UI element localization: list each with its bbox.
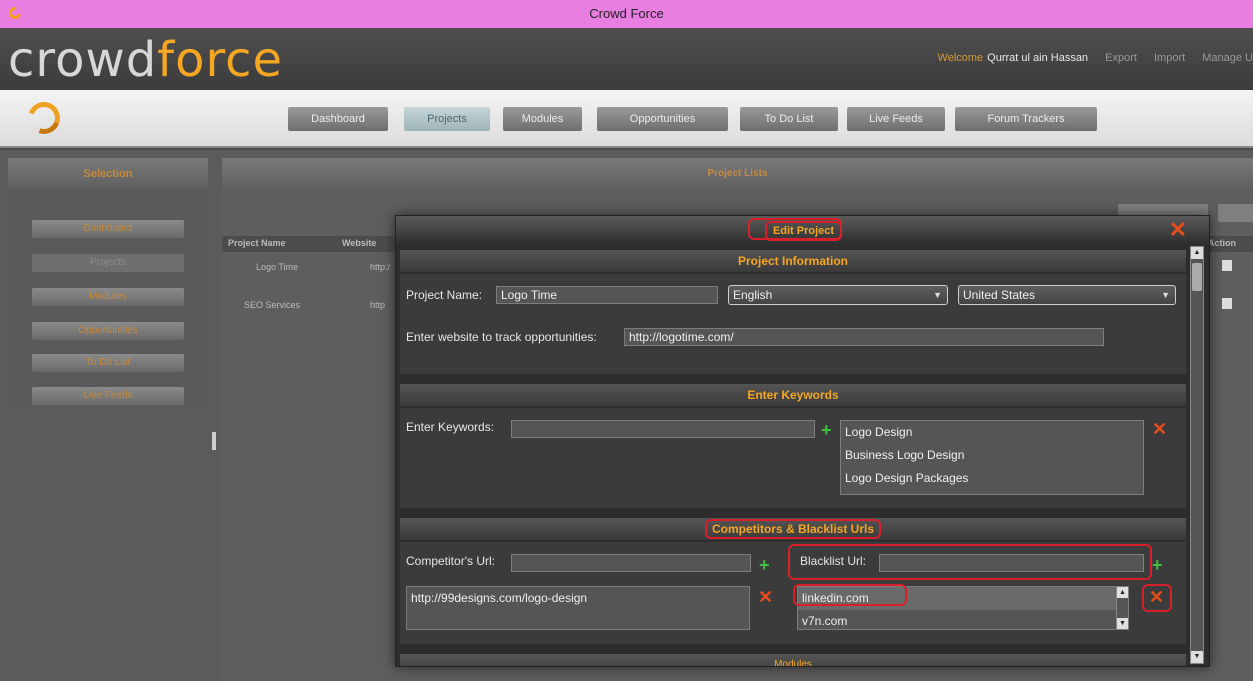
close-icon[interactable]: ✕ [1169,219,1187,241]
sidebar-item-projects[interactable]: Projects [32,254,184,272]
keywords-heading: Enter Keywords [400,384,1186,406]
project-info-heading: Project Information [400,250,1186,272]
add-keyword-icon[interactable]: + [821,421,832,439]
col-project-name: Project Name [228,238,286,248]
scroll-thumb[interactable] [1192,263,1202,291]
nav-dashboard[interactable]: Dashboard [288,107,388,131]
chevron-down-icon: ▼ [1161,290,1170,300]
website-label: Enter website to track opportunities: [406,330,597,344]
add-blacklist-icon[interactable]: + [1152,556,1163,574]
remove-blacklist-icon[interactable]: ✕ [1149,588,1164,606]
list-item[interactable]: Logo Design Packages [841,467,1143,490]
remove-competitor-icon[interactable]: ✕ [758,588,773,606]
modules-heading: Modules [400,654,1186,666]
nav-opportunities[interactable]: Opportunities [597,107,728,131]
window-title: Crowd Force [589,6,664,21]
project-name-input[interactable]: Logo Time [496,286,718,304]
chevron-down-icon: ▼ [933,290,942,300]
col-action: Action [1208,238,1236,248]
app-header: crowdforce Welcome Qurrat ul ain Hassan E… [0,28,1253,90]
col-website: Website [342,238,377,248]
list-item[interactable]: http://99designs.com/logo-design [407,587,749,610]
country-select[interactable]: United States ▼ [958,285,1176,305]
nav-projects[interactable]: Projects [404,107,490,131]
list-item[interactable]: v7n.com [798,610,1128,633]
dialog-scrollbar[interactable]: ▲ ▼ [1190,246,1204,664]
language-select[interactable]: English ▼ [728,285,948,305]
sidebar-item-modules[interactable]: Modules [32,288,184,306]
main-nav: Dashboard Projects Modules Opportunities… [0,90,1253,148]
nav-live-feeds[interactable]: Live Feeds [847,107,945,131]
competitors-section: Competitor's Url: + http://99designs.com… [400,542,1186,644]
keywords-label: Enter Keywords: [406,420,495,434]
project-info-section: Project Name: Logo Time English ▼ United … [400,274,1186,374]
sidebar-item-dashboard[interactable]: Dashboard [32,220,184,238]
project-list-title: Project Lists [222,158,1253,190]
project-name-label: Project Name: [406,288,483,302]
competitor-url-label: Competitor's Url: [406,554,495,568]
competitors-heading: Competitors & Blacklist Urls [704,519,882,539]
remove-keyword-icon[interactable]: ✕ [1152,420,1167,438]
keywords-section: Enter Keywords: + Logo Design Business L… [400,408,1186,508]
scroll-up-icon[interactable]: ▲ [1191,247,1203,259]
keyword-list[interactable]: Logo Design Business Logo Design Logo De… [840,420,1144,495]
top-links: Welcome Qurrat ul ain Hassan Export Impor… [924,52,1253,64]
linkedin-highlight [793,584,907,606]
sidebar-item-live-feeds[interactable]: Live Feeds [32,387,184,405]
sidebar-title: Selection [8,158,208,190]
sidebar-item-todo[interactable]: To Do List [32,354,184,372]
website-input[interactable]: http://logotime.com/ [624,328,1104,346]
scroll-down-icon[interactable]: ▼ [1117,618,1128,629]
competitor-url-input[interactable] [511,554,751,572]
list-item[interactable]: Logo Design [841,421,1143,444]
nav-forum-trackers[interactable]: Forum Trackers [955,107,1097,131]
manage-link[interactable]: Manage U [1202,52,1253,64]
welcome-text: Welcome [937,52,984,64]
window-title-bar: Crowd Force [0,0,1253,28]
add-competitor-icon[interactable]: + [759,556,770,574]
edit-icon[interactable] [1222,260,1232,271]
user-name-link[interactable]: Qurrat ul ain Hassan [987,52,1088,64]
swirl-logo-icon [22,96,66,140]
edit-project-dialog: Edit Project ✕ Project Information Proje… [395,215,1210,667]
secondary-button[interactable] [1218,204,1253,222]
blacklist-url-label: Blacklist Url: [800,554,867,568]
list-item[interactable]: Business Logo Design [841,444,1143,467]
nav-todo-list[interactable]: To Do List [740,107,838,131]
keyword-input[interactable] [511,420,815,438]
nav-modules[interactable]: Modules [503,107,582,131]
edit-icon[interactable] [1222,298,1232,309]
import-link[interactable]: Import [1154,52,1185,64]
scroll-up-icon[interactable]: ▲ [1117,587,1128,598]
sidebar-item-opportunities[interactable]: Opportunities [32,322,184,340]
blacklist-scrollbar[interactable]: ▲ ▼ [1116,587,1128,629]
edit-project-highlight [748,218,842,240]
blacklist-url-input[interactable] [879,554,1144,572]
crowdforce-logo: crowdforce [8,32,284,88]
panel-splitter[interactable] [212,432,216,450]
competitors-heading-bar: Competitors & Blacklist Urls [400,518,1186,540]
scroll-down-icon[interactable]: ▼ [1191,651,1203,663]
sidebar: Selection Dashboard Projects Modules Opp… [8,158,208,406]
competitor-url-list[interactable]: http://99designs.com/logo-design [406,586,750,630]
export-link[interactable]: Export [1105,52,1137,64]
